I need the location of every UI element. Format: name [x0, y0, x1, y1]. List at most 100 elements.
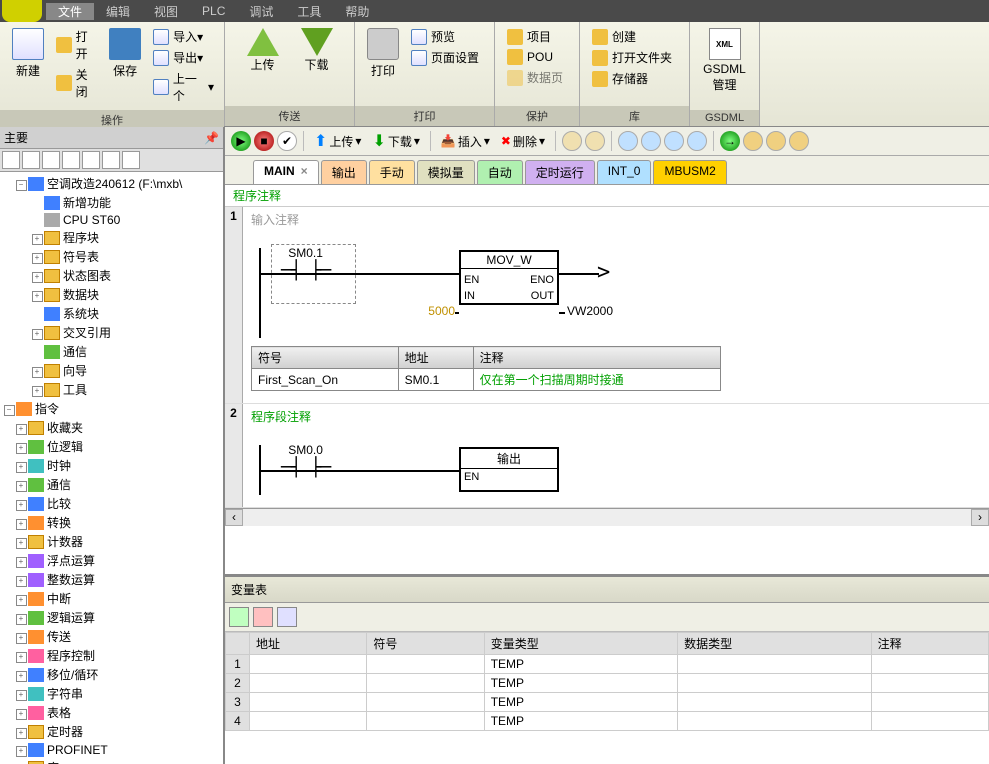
- open-button[interactable]: 打开: [52, 26, 103, 64]
- ladder-canvas[interactable]: 程序注释 1 输入注释 SM0.1 ─┤ ├─ MOV: [225, 185, 989, 574]
- toolbar-btn-h[interactable]: [766, 131, 786, 151]
- tab-手动[interactable]: 手动: [369, 160, 415, 184]
- var-cell[interactable]: 1: [226, 655, 250, 674]
- tree-btn-3[interactable]: [42, 151, 60, 169]
- toolbar-btn-i[interactable]: [789, 131, 809, 151]
- var-cell[interactable]: [678, 655, 871, 674]
- tab-模拟量[interactable]: 模拟量: [417, 160, 475, 184]
- toolbar-btn-f[interactable]: [687, 131, 707, 151]
- var-btn[interactable]: [277, 607, 297, 627]
- pin-icon[interactable]: 📌: [204, 131, 219, 145]
- tree-item[interactable]: 逻辑运算: [2, 608, 221, 627]
- tree-item[interactable]: 移位/循环: [2, 665, 221, 684]
- menu-view[interactable]: 视图: [142, 3, 190, 20]
- var-cell[interactable]: [250, 655, 367, 674]
- toolbar-btn-c[interactable]: [618, 131, 638, 151]
- tree-item[interactable]: 比较: [2, 494, 221, 513]
- toolbar-insert-button[interactable]: 📥插入 ▾: [437, 133, 494, 150]
- stop-button[interactable]: ■: [254, 131, 274, 151]
- var-row[interactable]: 4 TEMP: [226, 712, 989, 731]
- tree-item[interactable]: 中断: [2, 589, 221, 608]
- tree-item[interactable]: 库: [2, 758, 221, 764]
- tree-item[interactable]: 向导: [2, 361, 221, 380]
- print-button[interactable]: 打印: [361, 26, 405, 81]
- tree-item[interactable]: PROFINET: [2, 741, 221, 758]
- toolbar-download-button[interactable]: ⬇下载 ▾: [368, 131, 423, 151]
- network-2[interactable]: 2 程序段注释 SM0.0 ─┤ ├─ 输出 EN: [225, 404, 989, 508]
- tree-btn-7[interactable]: [122, 151, 140, 169]
- save-button[interactable]: 保存: [103, 26, 147, 81]
- var-cell[interactable]: 4: [226, 712, 250, 731]
- new-button[interactable]: 新建: [6, 26, 50, 81]
- var-row[interactable]: 3 TEMP: [226, 693, 989, 712]
- compile-button[interactable]: ✔: [277, 131, 297, 151]
- tree-item[interactable]: 符号表: [2, 247, 221, 266]
- tree-item[interactable]: 转换: [2, 513, 221, 532]
- gsdml-button[interactable]: XML GSDML 管理: [697, 26, 752, 95]
- project-tree[interactable]: 空调改造240612 (F:\mxb\ 新增功能CPU ST60程序块符号表状态…: [0, 172, 223, 764]
- tree-item[interactable]: CPU ST60: [2, 212, 221, 228]
- var-cell[interactable]: [250, 674, 367, 693]
- close-button[interactable]: 关闭: [52, 64, 103, 102]
- pou-button[interactable]: POU: [503, 47, 567, 67]
- output-block[interactable]: 输出 EN: [459, 447, 559, 492]
- var-cell[interactable]: [871, 693, 988, 712]
- tab-INT_0[interactable]: INT_0: [597, 160, 652, 184]
- tab-输出[interactable]: 输出: [321, 160, 367, 184]
- var-cell[interactable]: [250, 693, 367, 712]
- menu-debug[interactable]: 调试: [237, 3, 285, 20]
- canvas-scrollbar[interactable]: ‹ ›: [225, 508, 989, 526]
- upload-button[interactable]: 上传: [241, 26, 285, 75]
- menu-plc[interactable]: PLC: [190, 4, 237, 18]
- tree-item[interactable]: 系统块: [2, 304, 221, 323]
- lib-create-button[interactable]: 创建: [588, 26, 676, 47]
- lib-mem-button[interactable]: 存储器: [588, 68, 676, 89]
- tree-item[interactable]: 定时器: [2, 722, 221, 741]
- tree-item[interactable]: 工具: [2, 380, 221, 399]
- export-button[interactable]: 导出▾: [149, 47, 218, 68]
- var-cell[interactable]: [367, 712, 484, 731]
- tree-project-root[interactable]: 空调改造240612 (F:\mxb\: [2, 174, 221, 193]
- toolbar-btn-g[interactable]: [743, 131, 763, 151]
- var-cell[interactable]: [678, 712, 871, 731]
- toolbar-go-button[interactable]: →: [720, 131, 740, 151]
- toolbar-btn-a[interactable]: [562, 131, 582, 151]
- var-cell[interactable]: [367, 655, 484, 674]
- scroll-right-button[interactable]: ›: [971, 509, 989, 526]
- import-button[interactable]: 导入▾: [149, 26, 218, 47]
- tree-item[interactable]: 数据块: [2, 285, 221, 304]
- mov-w-block[interactable]: MOV_W EN ENO IN OUT: [459, 250, 559, 305]
- tree-btn-6[interactable]: [102, 151, 120, 169]
- tree-btn-1[interactable]: [2, 151, 20, 169]
- toolbar-btn-e[interactable]: [664, 131, 684, 151]
- preview-button[interactable]: 预览: [407, 26, 483, 47]
- run-button[interactable]: ▶: [231, 131, 251, 151]
- var-cell[interactable]: [871, 655, 988, 674]
- var-cell[interactable]: 2: [226, 674, 250, 693]
- tab-MBUSM2[interactable]: MBUSM2: [653, 160, 726, 184]
- var-row[interactable]: 2 TEMP: [226, 674, 989, 693]
- project-button[interactable]: 项目: [503, 26, 567, 47]
- var-cell[interactable]: TEMP: [484, 712, 677, 731]
- var-del-button[interactable]: [253, 607, 273, 627]
- datapage-button[interactable]: 数据页: [503, 67, 567, 88]
- tree-btn-2[interactable]: [22, 151, 40, 169]
- var-cell[interactable]: TEMP: [484, 693, 677, 712]
- toolbar-upload-button[interactable]: ⬆上传 ▾: [310, 131, 365, 151]
- tree-item[interactable]: 浮点运算: [2, 551, 221, 570]
- var-cell[interactable]: TEMP: [484, 674, 677, 693]
- tree-item[interactable]: 传送: [2, 627, 221, 646]
- tree-item[interactable]: 程序块: [2, 228, 221, 247]
- menu-file[interactable]: 文件: [46, 3, 94, 20]
- tree-btn-4[interactable]: [62, 151, 80, 169]
- var-cell[interactable]: [678, 674, 871, 693]
- var-cell[interactable]: 3: [226, 693, 250, 712]
- menu-edit[interactable]: 编辑: [94, 3, 142, 20]
- tree-item[interactable]: 时钟: [2, 456, 221, 475]
- tree-item[interactable]: 通信: [2, 342, 221, 361]
- download-button[interactable]: 下载: [295, 26, 339, 75]
- tree-instr-root[interactable]: 指令: [2, 399, 221, 418]
- var-cell[interactable]: [871, 712, 988, 731]
- var-row[interactable]: 1TEMP: [226, 655, 989, 674]
- page-setup-button[interactable]: 页面设置: [407, 47, 483, 68]
